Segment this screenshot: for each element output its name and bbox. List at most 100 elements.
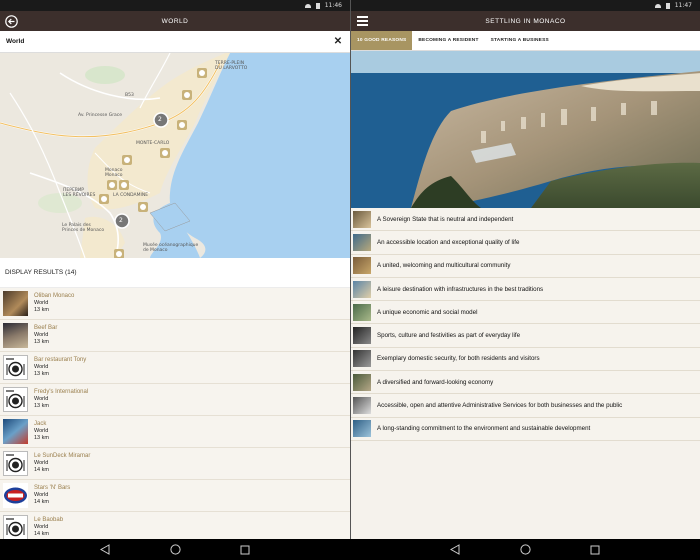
reason-text: Accessible, open and attentive Administr… [377, 402, 623, 410]
result-name: Jack [34, 421, 47, 427]
map-cluster-count[interactable]: 2 [158, 117, 162, 123]
stars-n-bars-logo [3, 483, 28, 508]
status-bar: 11:47 [351, 0, 700, 11]
reason-text: A leisure destination with infrastructur… [377, 285, 544, 293]
result-location: World [34, 396, 49, 402]
restaurant-plate-icon [3, 515, 28, 539]
list-item[interactable]: Sports, culture and festivities as part … [351, 324, 700, 348]
list-item[interactable]: An accessible location and exceptional q… [351, 231, 700, 255]
list-item[interactable]: A diversified and forward-looking econom… [351, 371, 700, 395]
result-thumbnail [3, 291, 28, 316]
reason-text: Sports, culture and festivities as part … [377, 332, 521, 340]
close-icon[interactable]: ✕ [332, 36, 344, 47]
status-time: 11:47 [674, 2, 692, 9]
reason-thumbnail [353, 210, 371, 228]
nav-back-icon[interactable] [99, 544, 111, 556]
battery-icon [665, 2, 670, 9]
list-item[interactable]: Accessible, open and attentive Administr… [351, 394, 700, 418]
result-distance: 14 km [34, 531, 49, 537]
result-location: World [34, 364, 49, 370]
list-item[interactable]: A united, welcoming and multicultural co… [351, 254, 700, 278]
list-item[interactable]: Stars 'N' Bars World 14 km [0, 480, 350, 512]
list-item[interactable]: A Sovereign State that is neutral and in… [351, 208, 700, 232]
status-time: 11:46 [324, 2, 342, 9]
wifi-icon [654, 3, 661, 8]
reason-thumbnail [353, 257, 371, 275]
reason-text: An accessible location and exceptional q… [377, 238, 520, 246]
reason-thumbnail [353, 280, 371, 298]
map-label-peyra: ПЕРЕВИР LES RÉVOIRES [63, 188, 96, 198]
settling-screen: 11:47 SETTLING IN MONACO 10 GOOD REASONS… [350, 0, 700, 539]
map-view[interactable]: Av. Princesse Grace B53 MONTE-CARLO Mona… [0, 53, 350, 258]
result-distance: 14 km [34, 467, 49, 473]
list-item[interactable]: Exemplary domestic security, for both re… [351, 347, 700, 372]
result-distance: 13 km [34, 403, 49, 409]
tab-becoming-a-resident[interactable]: BECOMING A RESIDENT [412, 31, 484, 50]
result-thumbnail [3, 419, 28, 444]
list-item[interactable]: A unique economic and social model [351, 301, 700, 325]
app-bar: SETTLING IN MONACO [351, 11, 700, 31]
result-name: Le SunDeck Miramar [34, 453, 91, 459]
tab-starting-a-business[interactable]: STARTING A BUSINESS [485, 31, 555, 50]
nav-recents-icon[interactable] [239, 544, 251, 556]
reasons-list: A Sovereign State that is neutral and in… [351, 208, 700, 441]
result-name: Oliban Monaco [34, 293, 75, 299]
map-label-corniche: Av. Princesse Grace [78, 113, 123, 118]
restaurant-plate-icon [3, 355, 28, 380]
reason-text: A Sovereign State that is neutral and in… [377, 215, 514, 223]
results-header: DISPLAY RESULTS (14) [0, 258, 350, 288]
list-item[interactable]: A leisure destination with infrastructur… [351, 277, 700, 302]
result-name: Bar restaurant Tony [34, 357, 87, 363]
list-item[interactable]: Beef Bar World 13 km [0, 320, 350, 352]
nav-home-icon[interactable] [169, 544, 181, 556]
wifi-icon [304, 3, 311, 8]
list-item[interactable]: A long-standing commitment to the enviro… [351, 417, 700, 441]
restaurant-plate-icon [3, 451, 28, 476]
map-label-b53: B53 [125, 93, 134, 98]
map-label-terre-plein: TERRE-PLEIN DU LARVOTTO [215, 61, 248, 71]
hamburger-menu-icon[interactable] [355, 14, 369, 28]
status-bar: 11:46 [0, 0, 350, 11]
search-bar[interactable]: World ✕ [0, 31, 350, 53]
result-name: Fredy's International [34, 389, 89, 395]
result-name: Le Baobab [34, 517, 64, 523]
reason-thumbnail [353, 350, 371, 368]
tab-10-good-reasons[interactable]: 10 GOOD REASONS [351, 31, 413, 50]
result-distance: 13 km [34, 307, 49, 313]
result-location: World [34, 332, 49, 338]
reason-text: A unique economic and social model [377, 308, 478, 316]
back-arrow-circle-icon[interactable] [4, 14, 18, 28]
search-input[interactable]: World [6, 38, 332, 45]
reason-thumbnail [353, 327, 371, 345]
reason-thumbnail [353, 373, 371, 391]
reason-text: A long-standing commitment to the enviro… [377, 425, 591, 433]
map-label-monaco: Monaco Monaco [105, 168, 123, 178]
list-item[interactable]: Oliban Monaco World 13 km [0, 288, 350, 320]
reason-text: A diversified and forward-looking econom… [377, 378, 494, 386]
nav-back-icon[interactable] [449, 544, 461, 556]
reason-thumbnail [353, 233, 371, 251]
result-distance: 14 km [34, 499, 49, 505]
result-name: Beef Bar [34, 325, 58, 331]
result-name: Stars 'N' Bars [34, 485, 71, 491]
nav-home-icon[interactable] [519, 544, 531, 556]
list-item[interactable]: Bar restaurant Tony World 13 km [0, 352, 350, 384]
list-item[interactable]: Jack World 13 km [0, 416, 350, 448]
reason-thumbnail [353, 303, 371, 321]
result-distance: 13 km [34, 435, 49, 441]
monaco-aerial-photo [351, 51, 700, 208]
nav-recents-icon[interactable] [589, 544, 601, 556]
result-distance: 13 km [34, 339, 49, 345]
page-title: SETTLING IN MONACO [485, 17, 566, 25]
world-screen: 11:46 WORLD World ✕ Av. Princesse Grace … [0, 0, 350, 539]
result-thumbnail [3, 323, 28, 348]
map-label-palais: Le Palais des Princes de Monaco [62, 223, 105, 233]
list-item[interactable]: Le SunDeck Miramar World 14 km [0, 448, 350, 480]
list-item[interactable]: Fredy's International World 13 km [0, 384, 350, 416]
page-title: WORLD [161, 17, 189, 25]
result-location: World [34, 492, 49, 498]
map-cluster-count[interactable]: 2 [119, 218, 123, 224]
result-distance: 13 km [34, 371, 49, 377]
reason-thumbnail [353, 397, 371, 415]
list-item[interactable]: Le Baobab World 14 km [0, 512, 350, 539]
